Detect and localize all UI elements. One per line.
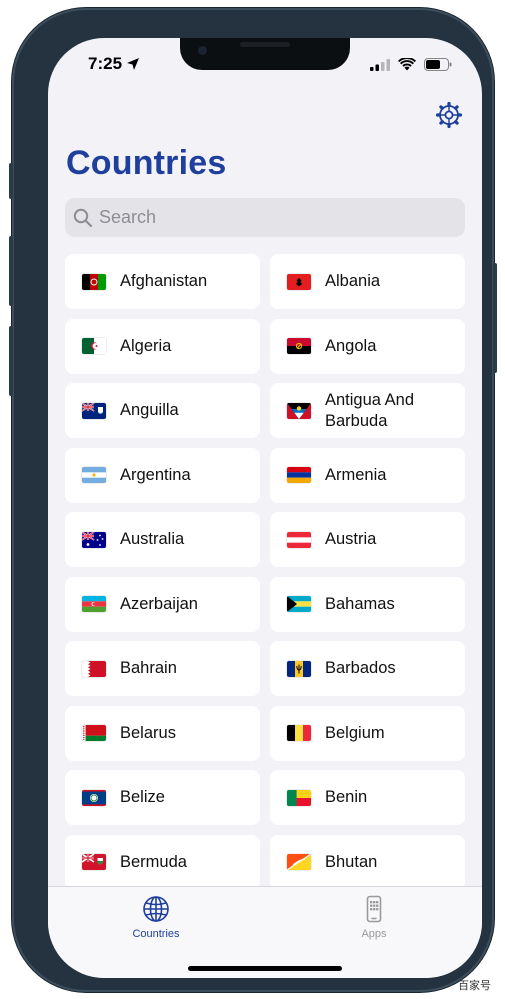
country-card[interactable]: Australia (65, 512, 260, 567)
phone-icon (366, 895, 382, 923)
flag-albania-icon (287, 273, 311, 290)
country-card[interactable]: Bhutan (270, 834, 465, 890)
country-card[interactable]: Bahrain (65, 641, 260, 696)
settings-button[interactable] (434, 100, 464, 130)
country-name: Bahrain (120, 659, 177, 677)
flag-australia-icon (82, 531, 106, 548)
search-input[interactable] (99, 207, 439, 228)
flag-austria-icon (287, 531, 311, 548)
country-card[interactable]: Bahamas (270, 576, 465, 632)
country-name: Bahamas (325, 594, 395, 613)
country-card[interactable]: Anguilla (65, 383, 260, 438)
country-card[interactable]: Afghanistan (65, 254, 260, 309)
country-card[interactable]: Belarus (65, 705, 260, 761)
gear-icon (435, 101, 463, 129)
silent-switch (9, 163, 13, 199)
flag-armenia-icon (287, 467, 311, 483)
flag-algeria-icon (82, 338, 106, 354)
country-name: Austria (325, 530, 377, 548)
camera (198, 46, 207, 55)
country-card[interactable]: Antigua And Barbuda (270, 383, 465, 438)
country-name: Bhutan (325, 852, 378, 871)
flag-bahrain-icon (82, 660, 106, 677)
speaker (240, 42, 290, 47)
flag-anguilla-icon (82, 402, 106, 419)
country-card[interactable]: Angola (270, 318, 465, 374)
country-name: Afghanistan (120, 272, 208, 290)
country-card[interactable]: Argentina (65, 447, 260, 503)
tab-countries-label: Countries (132, 928, 180, 940)
country-name: Azerbaijan (120, 594, 198, 613)
flag-azerbaijan-icon (82, 596, 106, 612)
search-icon (73, 208, 93, 227)
country-name: Antigua And Barbuda (325, 390, 414, 430)
country-card[interactable]: Armenia (270, 447, 465, 503)
wifi-icon (398, 58, 416, 71)
flag-benin-icon (287, 789, 311, 806)
country-card[interactable]: Belgium (270, 705, 465, 761)
country-card[interactable]: Albania (270, 254, 465, 309)
flag-antigua-and-barbuda-icon (287, 402, 311, 419)
flag-bhutan-icon (287, 854, 311, 870)
tab-countries[interactable]: Countries (106, 895, 206, 940)
country-name: Belize (120, 788, 165, 806)
flag-belarus-icon (82, 725, 106, 741)
country-name: Belarus (120, 723, 176, 742)
country-name: Albania (325, 272, 381, 290)
country-name: Algeria (120, 336, 172, 355)
flag-barbados-icon (287, 660, 311, 677)
country-name: Belgium (325, 723, 385, 742)
status-bar-time: 7:25 (88, 54, 140, 74)
page-title: Countries (66, 144, 227, 182)
flag-afghanistan-icon (82, 273, 106, 290)
tab-apps[interactable]: Apps (324, 895, 424, 940)
country-name: Australia (120, 530, 185, 548)
country-card[interactable]: Bermuda (65, 834, 260, 890)
country-name: Angola (325, 336, 377, 355)
flag-bahamas-icon (287, 596, 311, 612)
country-name: Anguilla (120, 401, 179, 419)
country-name: Armenia (325, 465, 387, 484)
search-bar[interactable] (65, 198, 465, 237)
country-card[interactable]: Algeria (65, 318, 260, 374)
country-card[interactable]: Austria (270, 512, 465, 567)
status-time-text: 7:25 (88, 54, 123, 73)
country-card[interactable]: Benin (270, 770, 465, 825)
flag-bermuda-icon (82, 854, 106, 870)
country-name: Bermuda (120, 852, 187, 871)
volume-up-button (9, 236, 13, 306)
app-screen: 7:25 Countries Search Afghanistan Albani… (48, 38, 482, 978)
flag-argentina-icon (82, 467, 106, 483)
power-button (493, 263, 497, 373)
country-name: Benin (325, 788, 368, 806)
home-indicator[interactable] (188, 966, 342, 971)
cellular-signal-icon (370, 58, 390, 71)
flag-belize-icon (82, 789, 106, 806)
location-arrow-icon (127, 58, 140, 70)
globe-icon (143, 896, 169, 922)
country-card[interactable]: Belize (65, 770, 260, 825)
country-name: Barbados (325, 659, 396, 677)
tab-bar: Countries Apps (48, 886, 482, 978)
status-bar-indicators (370, 58, 452, 71)
country-card[interactable]: Azerbaijan (65, 576, 260, 632)
volume-down-button (9, 326, 13, 396)
flag-angola-icon (287, 338, 311, 354)
watermark: 百家号 (458, 980, 491, 992)
notch (180, 38, 350, 70)
tab-apps-label: Apps (361, 928, 387, 940)
country-name: Argentina (120, 465, 191, 484)
flag-belgium-icon (287, 725, 311, 741)
country-grid: Afghanistan Albania Algeria Angola Anguilla A… (65, 254, 465, 890)
country-card[interactable]: Barbados (270, 641, 465, 696)
phone-frame: 7:25 Countries Search Afghanistan Albani… (9, 8, 497, 992)
battery-icon (424, 58, 452, 71)
